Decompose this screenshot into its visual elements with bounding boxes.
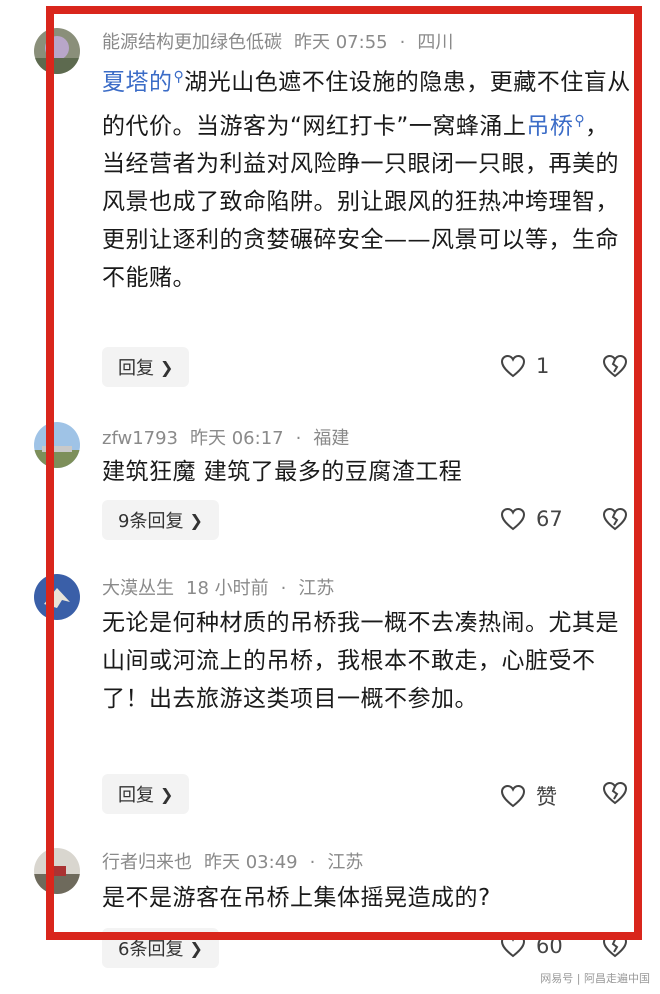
- search-icon: ⚲: [173, 69, 185, 85]
- broken-heart-icon: [602, 934, 628, 958]
- broken-heart-icon: [602, 354, 628, 378]
- comment-meta: zfw1793 昨天 06:17 · 福建: [102, 424, 361, 450]
- heart-icon: [500, 934, 526, 958]
- reply-label: 回复: [118, 358, 154, 379]
- separator: ·: [295, 428, 302, 449]
- avatar[interactable]: [34, 574, 80, 620]
- avatar[interactable]: [34, 422, 80, 468]
- avatar[interactable]: [34, 848, 80, 894]
- username[interactable]: zfw1793: [102, 428, 178, 449]
- like-count: 60: [536, 934, 563, 958]
- reply-label: 6条回复: [118, 939, 184, 960]
- search-icon: ⚲: [574, 112, 586, 129]
- reply-button[interactable]: 9条回复 ❯: [102, 500, 219, 540]
- location: 江苏: [327, 852, 364, 873]
- comment-meta: 行者归来也 昨天 03:49 · 江苏: [102, 848, 375, 874]
- separator: ·: [309, 852, 316, 873]
- comment-text: 建筑狂魔 建筑了最多的豆腐渣工程: [102, 459, 463, 485]
- like-count: 67: [536, 507, 563, 531]
- username[interactable]: 行者归来也: [102, 852, 192, 873]
- mention-link[interactable]: 夏塔的: [102, 70, 173, 96]
- dislike-button[interactable]: [602, 934, 628, 962]
- broken-heart-icon: [602, 507, 628, 531]
- dislike-button[interactable]: [602, 354, 628, 382]
- like-count: 赞: [536, 785, 557, 809]
- comment-meta: 大漠丛生 18 小时前 · 江苏: [102, 574, 346, 600]
- chevron-right-icon: ❯: [160, 784, 174, 804]
- broken-heart-icon: [602, 781, 628, 805]
- avatar[interactable]: [34, 28, 80, 74]
- like-button[interactable]: 1: [500, 354, 549, 378]
- separator: ·: [399, 32, 406, 53]
- comment-text: 夏塔的⚲湖光山色遮不住设施的隐患，更藏不住盲从的代价。当游客为“网红打卡”一窝蜂…: [102, 58, 632, 297]
- location: 福建: [313, 428, 350, 449]
- username[interactable]: 能源结构更加绿色低碳: [102, 32, 282, 53]
- heart-icon: [500, 784, 526, 808]
- location: 四川: [417, 32, 454, 53]
- like-button[interactable]: 赞: [500, 781, 557, 811]
- dislike-button[interactable]: [602, 781, 628, 809]
- reply-button[interactable]: 回复 ❯: [102, 774, 190, 814]
- reply-button[interactable]: 回复 ❯: [102, 347, 190, 387]
- like-button[interactable]: 67: [500, 507, 563, 531]
- comment-text-segment: ，当经营者为利益对风险睁一只眼闭一只眼，再美的风景也成了致命陷阱。别让跟风的狂热…: [102, 113, 619, 292]
- watermark: 网易号 | 阿昌走遍中国: [540, 972, 650, 985]
- mention-link[interactable]: 吊桥: [526, 113, 573, 139]
- separator: ·: [280, 578, 287, 599]
- reply-button[interactable]: 6条回复 ❯: [102, 928, 219, 968]
- chevron-right-icon: ❯: [189, 510, 203, 530]
- heart-icon: [500, 507, 526, 531]
- reply-label: 9条回复: [118, 511, 184, 532]
- heart-icon: [500, 354, 526, 378]
- username[interactable]: 大漠丛生: [102, 578, 174, 599]
- comment-meta: 能源结构更加绿色低碳 昨天 07:55 · 四川: [102, 28, 465, 54]
- like-count: 1: [536, 354, 550, 378]
- reply-label: 回复: [118, 785, 154, 806]
- location: 江苏: [298, 578, 335, 599]
- timestamp: 18 小时前: [186, 578, 269, 599]
- dislike-button[interactable]: [602, 507, 628, 535]
- chevron-right-icon: ❯: [160, 357, 174, 377]
- timestamp: 昨天 03:49: [204, 852, 298, 873]
- timestamp: 昨天 07:55: [294, 32, 388, 53]
- comment-text: 是不是游客在吊桥上集体摇晃造成的?: [102, 885, 491, 911]
- comment-text: 无论是何种材质的吊桥我一概不去凑热闹。尤其是山间或河流上的吊桥，我根本不敢走，心…: [102, 610, 619, 712]
- timestamp: 昨天 06:17: [190, 428, 284, 449]
- like-button[interactable]: 60: [500, 934, 563, 958]
- chevron-right-icon: ❯: [189, 938, 203, 958]
